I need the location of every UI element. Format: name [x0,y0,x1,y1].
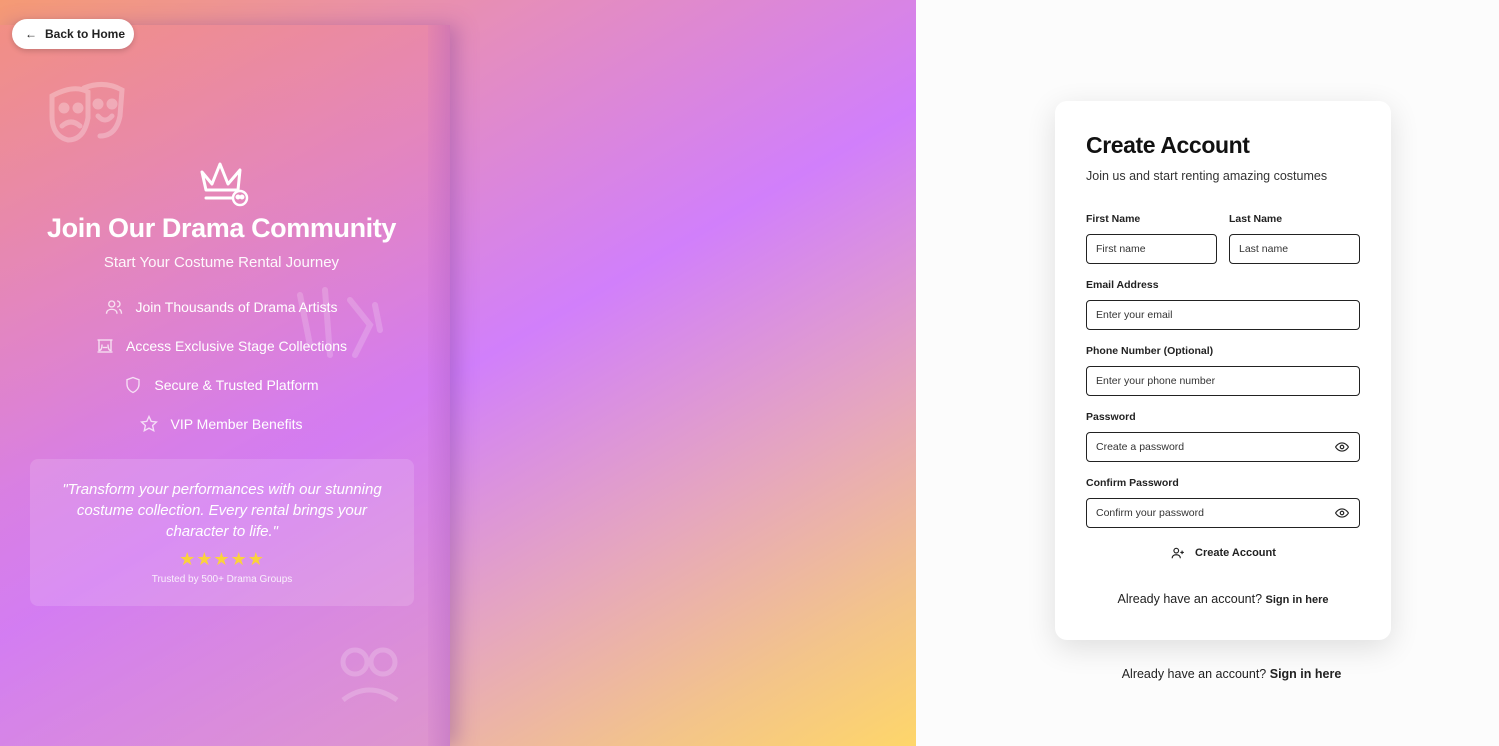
feature-item: VIP Member Benefits [0,415,443,433]
create-account-label: Create Account [1195,547,1276,559]
back-to-home-label: Back to Home [45,27,126,41]
first-name-label: First Name [1086,213,1141,225]
feature-label: VIP Member Benefits [170,416,303,432]
phone-label: Phone Number (Optional) [1086,345,1214,357]
rating-stars: ★★★★★ [179,549,265,569]
feature-label: Join Thousands of Drama Artists [135,299,338,315]
email-input[interactable] [1086,300,1360,330]
testimonial-quote: "Transform your performances with our st… [62,481,382,540]
trusted-text: Trusted by 500+ Drama Groups [151,574,293,585]
user-plus-icon [1171,547,1184,559]
hero-subtitle: Start Your Costume Rental Journey [103,254,340,271]
phone-input[interactable] [1086,366,1360,396]
testimonial-card: "Transform your performances with our st… [30,459,414,606]
hero-title: Join Our Drama Community [47,213,396,243]
confirm-password-label: Confirm Password [1086,477,1179,489]
drama-masks-icon [49,82,125,143]
show-password-eye-icon[interactable] [1335,440,1349,454]
password-input[interactable] [1086,432,1360,462]
last-name-label: Last Name [1229,213,1283,225]
confirm-password-input[interactable] [1086,498,1360,528]
arrow-left-icon: ← [25,27,37,41]
shield-icon [126,376,141,394]
drama-deco-icon-2 [340,647,399,703]
star-icon [140,415,159,433]
show-confirm-password-eye-icon[interactable] [1335,506,1349,520]
signin-prompt: Already have an account? Sign in here [1055,592,1391,606]
footer-signin-prompt: Already have an account? Sign in here [1055,667,1408,681]
users-icon [106,300,123,314]
hero-section: ← Back to Home Join Our Drama Community … [0,0,916,746]
footer-signin-link[interactable]: Sign in here [1270,667,1342,681]
crown-icon [200,162,249,207]
form-title: Create Account [1086,132,1250,158]
signin-prompt-text: Already have an account? [1117,592,1263,606]
signup-card: Create Account Join us and start renting… [1055,101,1391,640]
theater-icon [97,339,113,353]
feature-item: Secure & Trusted Platform [0,376,443,394]
form-subtitle: Join us and start renting amazing costum… [1086,169,1328,183]
feature-item: Join Thousands of Drama Artists [0,298,443,316]
last-name-input[interactable] [1229,234,1360,264]
back-to-home-button[interactable]: ← Back to Home [12,19,134,49]
footer-signin-prompt-text: Already have an account? [1121,667,1267,681]
feature-item: Access Exclusive Stage Collections [0,337,443,355]
create-account-button[interactable]: Create Account [1171,546,1276,560]
feature-label: Access Exclusive Stage Collections [126,338,347,354]
email-label: Email Address [1086,279,1159,291]
password-label: Password [1086,411,1136,423]
feature-label: Secure & Trusted Platform [154,377,319,393]
first-name-input[interactable] [1086,234,1217,264]
signin-link[interactable]: Sign in here [1266,594,1329,606]
